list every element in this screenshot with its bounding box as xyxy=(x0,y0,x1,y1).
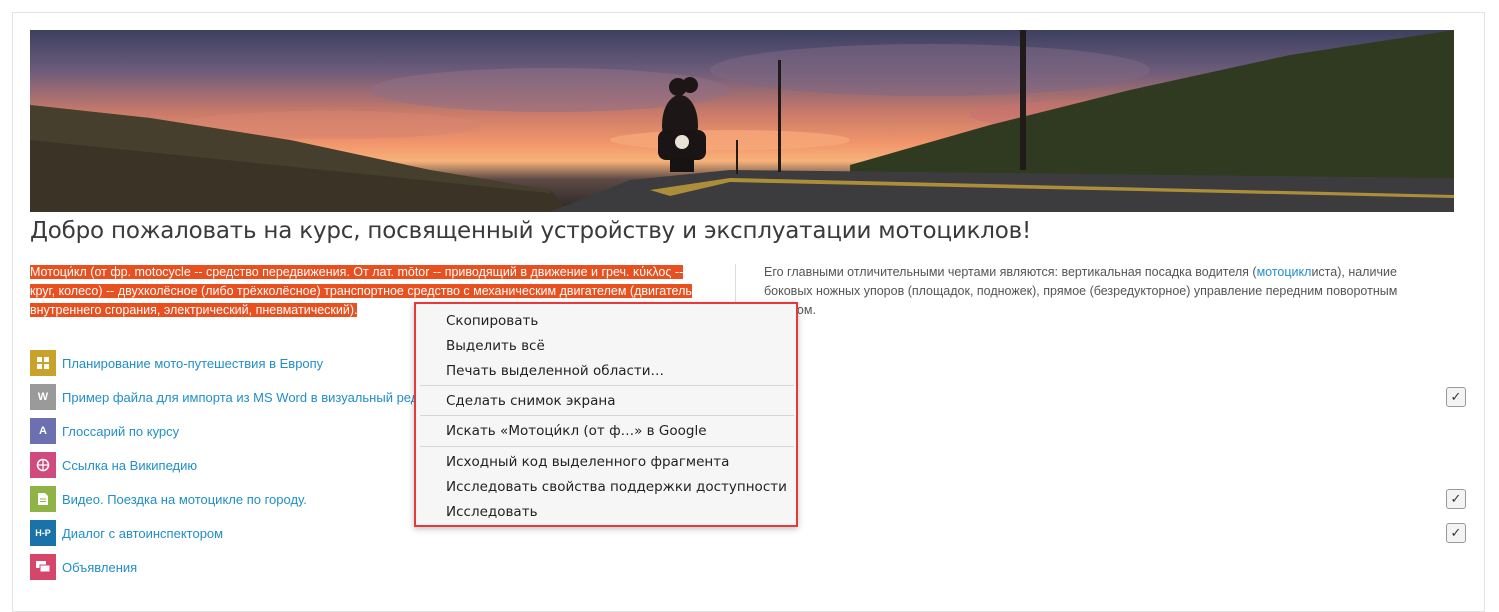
completion-checkbox[interactable]: ✓ xyxy=(1446,489,1466,509)
puzzle-icon xyxy=(30,350,56,376)
menu-separator xyxy=(420,415,794,416)
activity-link[interactable]: Диалог с автоинспектором xyxy=(62,526,223,541)
menu-item-copy[interactable]: Скопировать xyxy=(446,310,538,332)
activity-link[interactable]: Ссылка на Википедию xyxy=(62,458,197,473)
word-doc-icon-letter: W xyxy=(37,391,49,403)
activity-item[interactable]: W Пример файла для импорта из MS Word в … xyxy=(30,383,452,411)
menu-item-screenshot[interactable]: Сделать снимок экрана xyxy=(446,390,616,412)
menu-item-inspect-accessibility[interactable]: Исследовать свойства поддержки доступнос… xyxy=(446,476,787,498)
activity-link[interactable]: Видео. Поездка на мотоцикле по городу. xyxy=(62,492,307,507)
page-title: Добро пожаловать на курс, посвященный ус… xyxy=(30,218,1032,244)
glossary-icon: A xyxy=(30,418,56,444)
activity-item[interactable]: H-P Диалог с автоинспектором xyxy=(30,519,223,547)
activity-link[interactable]: Планирование мото-путешествия в Европу xyxy=(62,356,323,371)
activity-link[interactable]: Пример файла для импорта из MS Word в ви… xyxy=(62,390,452,405)
activity-item[interactable]: Планирование мото-путешествия в Европу xyxy=(30,349,323,377)
completion-checkbox[interactable]: ✓ xyxy=(1446,523,1466,543)
context-menu: Скопировать Выделить всё Печать выделенн… xyxy=(414,302,798,527)
menu-item-view-selection-source[interactable]: Исходный код выделенного фрагмента xyxy=(446,451,729,473)
menu-item-print-selection[interactable]: Печать выделенной области… xyxy=(446,360,664,382)
menu-item-inspect[interactable]: Исследовать xyxy=(446,501,538,523)
activity-item[interactable]: Видео. Поездка на мотоцикле по городу. xyxy=(30,485,307,513)
file-icon xyxy=(30,486,56,512)
activity-item[interactable]: A Глоссарий по курсу xyxy=(30,417,179,445)
activity-link[interactable]: Объявления xyxy=(62,560,137,575)
activity-link[interactable]: Глоссарий по курсу xyxy=(62,424,179,439)
course-banner-image xyxy=(30,30,1454,212)
forum-icon xyxy=(30,554,56,580)
menu-separator xyxy=(420,385,794,386)
url-icon xyxy=(30,452,56,478)
h5p-icon: H-P xyxy=(30,520,56,546)
menu-separator xyxy=(420,446,794,447)
activity-item[interactable]: Ссылка на Википедию xyxy=(30,451,197,479)
intro-text-right: Его главными отличительными чертами явля… xyxy=(764,263,1424,320)
banner-illustration xyxy=(30,30,1454,212)
glossary-icon-letter: A xyxy=(39,425,47,437)
completion-checkbox[interactable]: ✓ xyxy=(1446,387,1466,407)
motorcycle-link[interactable]: мотоцикл xyxy=(1257,265,1312,279)
intro-right-before: Его главными отличительными чертами явля… xyxy=(764,265,1257,279)
activity-item[interactable]: Объявления xyxy=(30,553,137,581)
menu-item-search-google[interactable]: Искать «Мотоци́кл (от ф…» в Google xyxy=(446,420,707,442)
word-doc-icon: W xyxy=(30,384,56,410)
menu-item-select-all[interactable]: Выделить всё xyxy=(446,335,545,357)
h5p-icon-text: H-P xyxy=(35,528,51,538)
